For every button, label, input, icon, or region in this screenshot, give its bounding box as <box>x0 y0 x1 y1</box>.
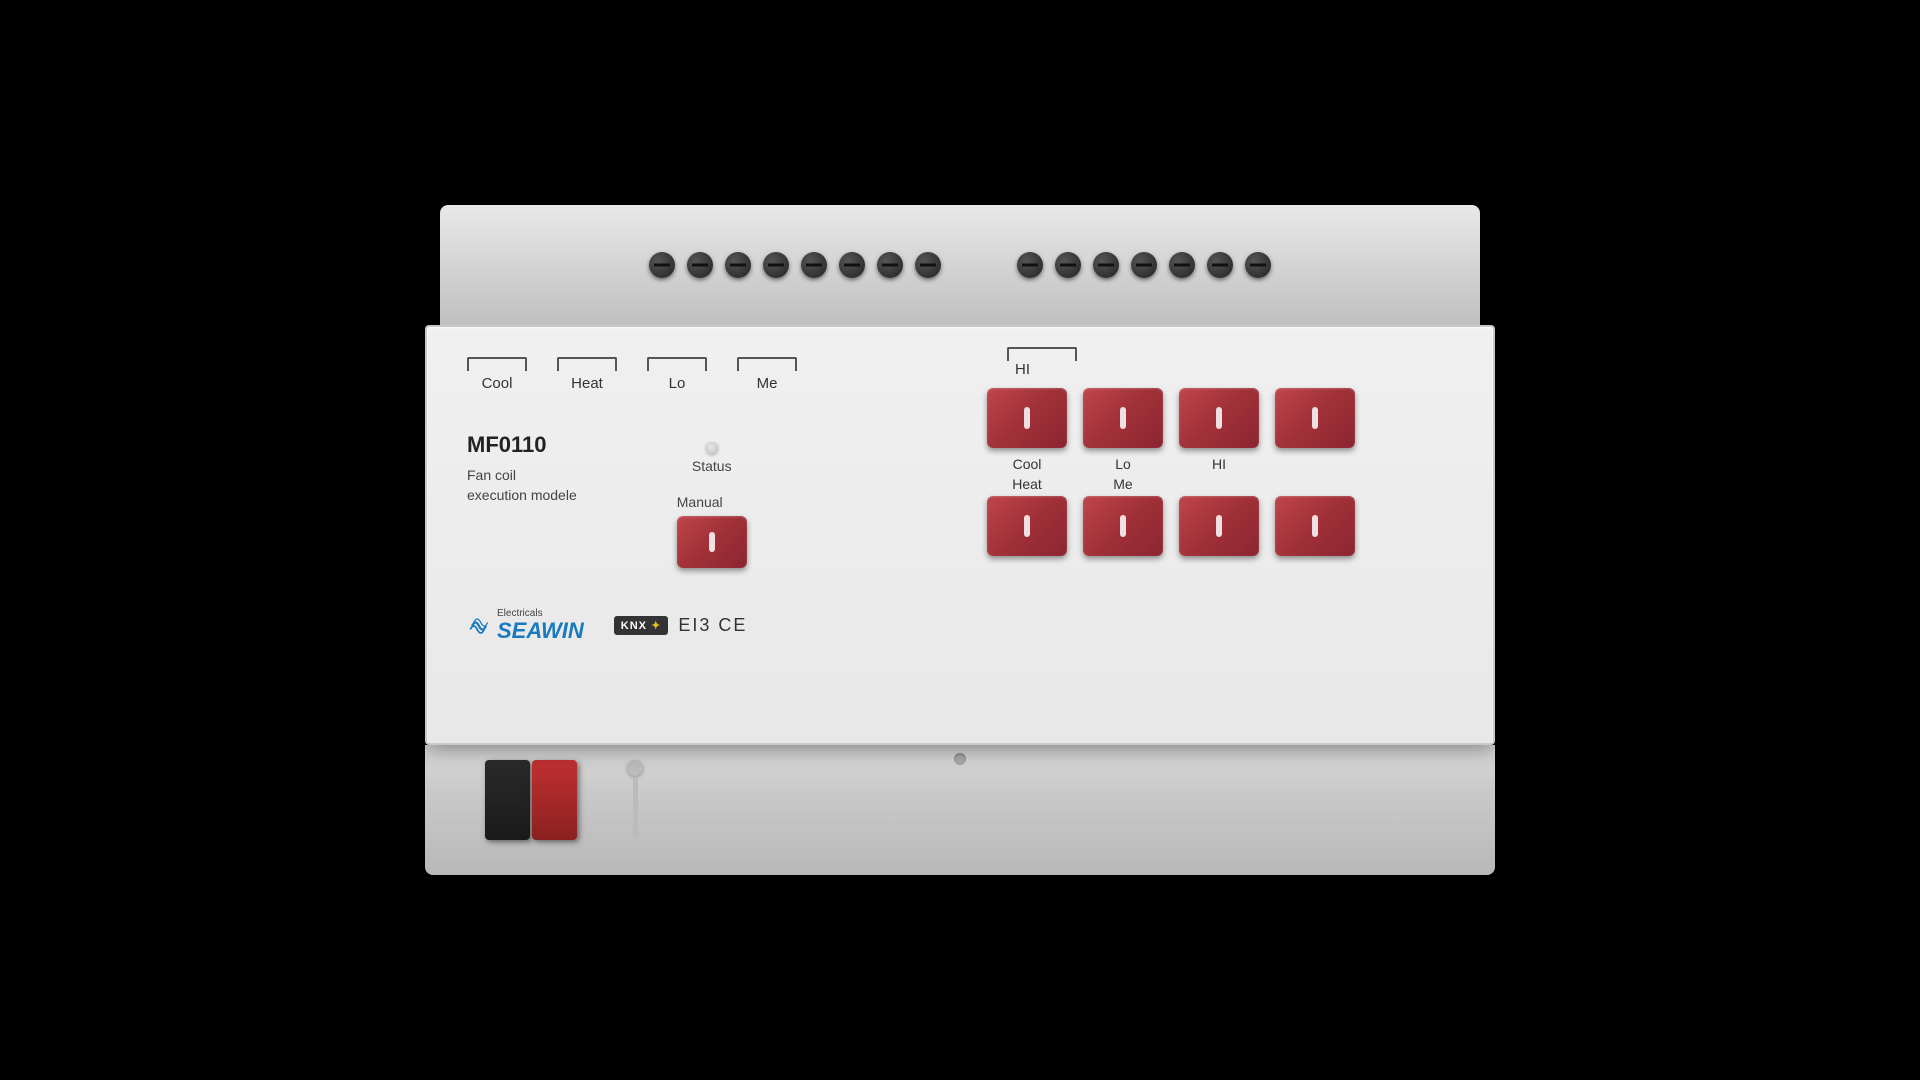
hi-bracket <box>1007 347 1077 361</box>
relay-indicator-4 <box>1312 407 1318 429</box>
terminal-labels: Cool Heat Lo Me <box>467 347 947 392</box>
center-dot <box>954 753 966 765</box>
device-model: MF0110 <box>467 432 577 458</box>
heat-label: Heat <box>571 375 603 392</box>
lo-bracket <box>647 357 707 371</box>
relay-button-hi[interactable] <box>1179 388 1259 448</box>
seawin-wave-icon <box>467 612 491 640</box>
relay-indicator-5 <box>1024 515 1030 537</box>
device-info: MF0110 Fan coil execution modele <box>467 432 577 505</box>
terminal-me: Me <box>737 357 797 392</box>
knx-badge: KNX ✦ <box>614 616 669 635</box>
relay-indicator-8 <box>1312 515 1318 537</box>
screw-15 <box>1245 252 1271 278</box>
device-desc: Fan coil execution modele <box>467 466 577 505</box>
status-led <box>706 442 718 454</box>
cool-bracket <box>467 357 527 371</box>
screw-12 <box>1131 252 1157 278</box>
key-shaft <box>633 778 638 838</box>
relay-button-8[interactable] <box>1275 496 1355 556</box>
screw-9 <box>1017 252 1043 278</box>
label-me: Me <box>1083 476 1163 492</box>
screw-13 <box>1169 252 1195 278</box>
relay-button-lo[interactable] <box>1083 388 1163 448</box>
seawin-logo: Electricals SEAWIN <box>467 608 584 643</box>
relay-button-heat[interactable] <box>987 496 1067 556</box>
screw-8 <box>915 252 941 278</box>
relay-row-1 <box>987 388 1453 448</box>
seawin-brand-text: SEAWIN <box>497 619 584 643</box>
lo-label: Lo <box>669 375 686 392</box>
heat-bracket <box>557 357 617 371</box>
hi-label: HI <box>1015 361 1030 378</box>
screw-14 <box>1207 252 1233 278</box>
screw-6 <box>839 252 865 278</box>
relay-indicator-1 <box>1024 407 1030 429</box>
relay-indicator-7 <box>1216 515 1222 537</box>
terminal-heat: Heat <box>557 357 617 392</box>
relay-indicator-6 <box>1120 515 1126 537</box>
relay-row-2 <box>987 496 1453 556</box>
device-wrapper: Cool Heat Lo Me <box>420 205 1500 875</box>
main-content: Cool Heat Lo Me <box>467 347 1453 643</box>
cert-text: EI3 CE <box>678 615 747 636</box>
left-section: Cool Heat Lo Me <box>467 347 947 643</box>
screw-5 <box>801 252 827 278</box>
screw-1 <box>649 252 675 278</box>
terminal-lo: Lo <box>647 357 707 392</box>
screw-11 <box>1093 252 1119 278</box>
connector-red <box>532 760 577 840</box>
relay-indicator-2 <box>1120 407 1126 429</box>
connector-black <box>485 760 530 840</box>
label-lo: Lo <box>1083 456 1163 472</box>
screw-4 <box>763 252 789 278</box>
cert-logos: KNX ✦ EI3 CE <box>614 615 748 636</box>
label-empty-2 <box>1179 476 1259 492</box>
status-section: Status <box>692 442 732 474</box>
right-section: HI <box>967 347 1453 643</box>
screw-2 <box>687 252 713 278</box>
key-holder <box>627 760 643 838</box>
screw-row <box>641 252 1279 278</box>
me-label: Me <box>757 375 778 392</box>
top-rail <box>440 205 1480 325</box>
screw-7 <box>877 252 903 278</box>
connector-block <box>485 760 577 840</box>
seawin-text-block: Electricals SEAWIN <box>497 608 584 643</box>
cool-label: Cool <box>482 375 513 392</box>
manual-label: Manual <box>677 494 747 510</box>
me-bracket <box>737 357 797 371</box>
relay-mode-labels: Heat Me <box>987 476 1453 492</box>
logo-area: Electricals SEAWIN KNX ✦ EI3 CE <box>467 598 947 643</box>
relay-button-cool[interactable] <box>987 388 1067 448</box>
relay-indicator-3 <box>1216 407 1222 429</box>
screw-group-left <box>649 252 941 278</box>
key-circle <box>627 760 643 776</box>
relay-button-me[interactable] <box>1083 496 1163 556</box>
main-body: Cool Heat Lo Me <box>425 325 1495 745</box>
relay-col-labels-1: Cool Lo HI <box>987 456 1453 472</box>
relay-button-4[interactable] <box>1275 388 1355 448</box>
label-cool: Cool <box>987 456 1067 472</box>
bottom-rail <box>425 745 1495 875</box>
relay-button-7[interactable] <box>1179 496 1259 556</box>
status-label: Status <box>692 458 732 474</box>
knx-star-icon: ✦ <box>651 620 661 632</box>
label-hi: HI <box>1179 456 1259 472</box>
label-heat: Heat <box>987 476 1067 492</box>
screw-group-right <box>1017 252 1271 278</box>
screw-10 <box>1055 252 1081 278</box>
manual-button[interactable] <box>677 516 747 568</box>
manual-section: Manual <box>677 494 747 568</box>
terminal-cool: Cool <box>467 357 527 392</box>
manual-button-indicator <box>709 532 715 552</box>
label-empty-3 <box>1275 476 1355 492</box>
screw-3 <box>725 252 751 278</box>
label-empty-1 <box>1275 456 1355 472</box>
